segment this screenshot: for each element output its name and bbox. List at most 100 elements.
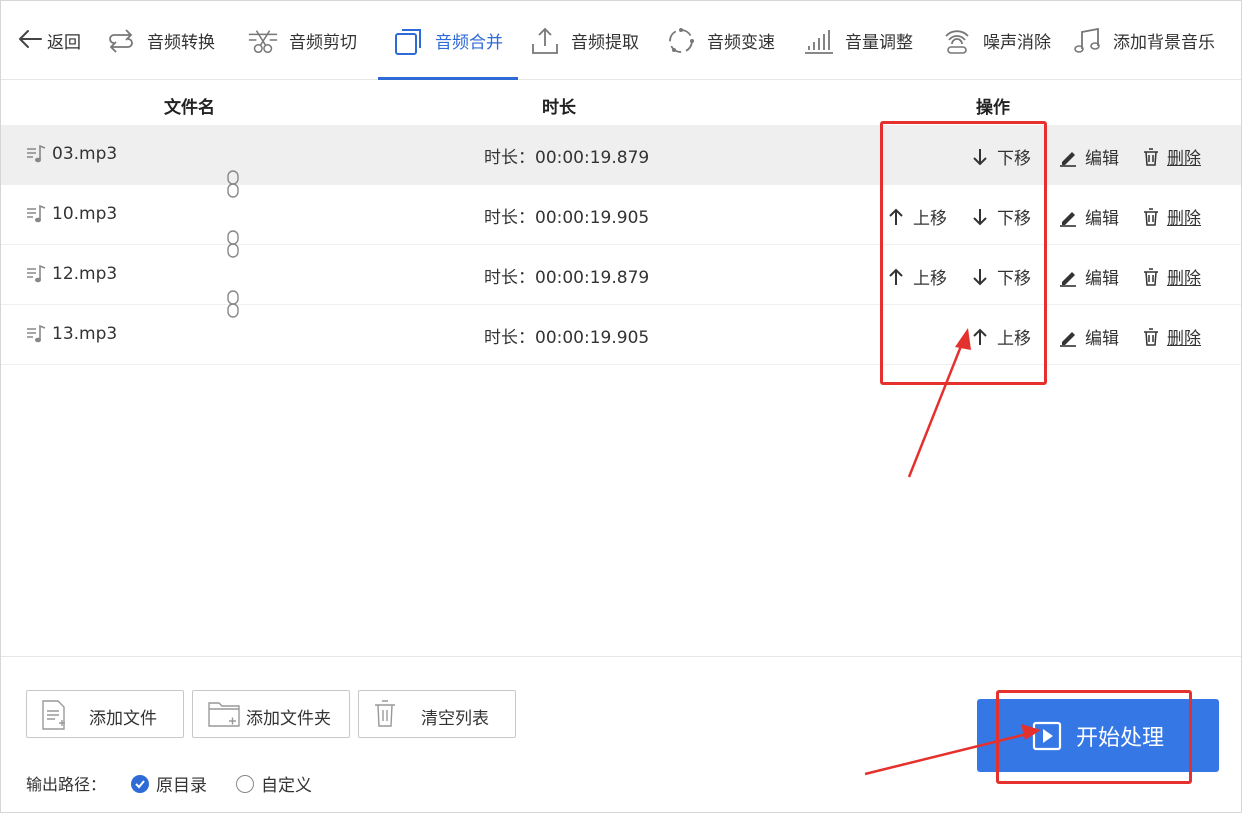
file-name: 12.mp3 xyxy=(52,264,118,284)
tab-label: 添加背景音乐 xyxy=(1113,33,1215,53)
file-duration: 时长：00:00:19.879 xyxy=(484,148,650,168)
radio-checked-icon xyxy=(131,774,149,793)
table-row[interactable]: 13.mp3 时长：00:00:19.905 上移 编辑 删除 xyxy=(1,305,1241,365)
delete-button[interactable]: 删除 xyxy=(1143,204,1201,229)
delete-button[interactable]: 删除 xyxy=(1143,324,1201,349)
add-folder-button[interactable]: 添加文件夹 xyxy=(192,690,350,738)
radio-custom-dir[interactable]: 自定义 xyxy=(236,771,312,796)
chain-link-icon xyxy=(227,290,239,318)
merge-squares-icon xyxy=(393,25,425,57)
pencil-icon xyxy=(1060,331,1076,347)
edit-label: 编辑 xyxy=(1085,329,1119,349)
header-duration: 时长 xyxy=(542,98,576,118)
table-header: 文件名 时长 操作 xyxy=(1,81,1241,125)
add-folder-label: 添加文件夹 xyxy=(246,709,331,729)
tab-add-bgm[interactable]: 添加背景音乐 xyxy=(1071,1,1215,80)
upload-tray-icon xyxy=(529,25,561,57)
chain-link-icon xyxy=(227,170,239,198)
tab-audio-merge[interactable]: 音频合并 xyxy=(393,1,503,80)
annotation-highlight-box xyxy=(996,690,1192,784)
tab-label: 音量调整 xyxy=(845,33,913,53)
table-row[interactable]: 03.mp3 时长：00:00:19.879 下移 编辑 删除 xyxy=(1,125,1241,185)
speed-circle-icon xyxy=(665,25,697,57)
file-duration: 时长：00:00:19.879 xyxy=(484,268,650,288)
add-file-icon xyxy=(42,700,65,730)
tab-label: 音频转换 xyxy=(147,33,215,53)
audio-file-icon xyxy=(27,204,46,223)
music-note-icon xyxy=(1071,25,1103,57)
trash-icon xyxy=(375,700,395,727)
tab-audio-speed[interactable]: 音频变速 xyxy=(665,1,775,80)
edit-label: 编辑 xyxy=(1085,149,1119,169)
arrow-left-icon xyxy=(17,28,43,54)
edit-label: 编辑 xyxy=(1085,209,1119,229)
delete-label: 删除 xyxy=(1167,149,1201,169)
swap-arrows-icon xyxy=(105,25,137,57)
pencil-icon xyxy=(1060,151,1076,167)
bottom-divider xyxy=(1,656,1241,657)
tab-label: 噪声消除 xyxy=(983,33,1051,53)
trash-icon xyxy=(1144,147,1158,166)
pencil-icon xyxy=(1060,211,1076,227)
delete-button[interactable]: 删除 xyxy=(1143,144,1201,169)
delete-button[interactable]: 删除 xyxy=(1143,264,1201,289)
edit-button[interactable]: 编辑 xyxy=(1059,324,1119,349)
volume-bars-icon xyxy=(803,25,835,57)
file-duration: 时长：00:00:19.905 xyxy=(484,208,650,228)
scissors-icon xyxy=(247,25,279,57)
trash-icon xyxy=(1144,327,1158,346)
tab-audio-convert[interactable]: 音频转换 xyxy=(105,1,215,80)
chain-link-icon xyxy=(227,230,239,258)
file-name: 10.mp3 xyxy=(52,204,118,224)
clear-list-label: 清空列表 xyxy=(421,709,489,729)
tab-label: 音频变速 xyxy=(707,33,775,53)
pencil-icon xyxy=(1060,271,1076,287)
audio-file-icon xyxy=(27,144,46,163)
delete-label: 删除 xyxy=(1167,269,1201,289)
radio-unchecked-icon xyxy=(236,774,254,793)
trash-icon xyxy=(1144,207,1158,226)
file-name-cell: 10.mp3 xyxy=(25,203,117,225)
add-file-button[interactable]: 添加文件 xyxy=(26,690,184,738)
add-folder-icon xyxy=(208,702,240,727)
header-filename: 文件名 xyxy=(164,98,215,118)
tab-audio-extract[interactable]: 音频提取 xyxy=(529,1,639,80)
edit-button[interactable]: 编辑 xyxy=(1059,204,1119,229)
radio-original-dir[interactable]: 原目录 xyxy=(131,771,207,796)
tab-volume-adjust[interactable]: 音量调整 xyxy=(803,1,913,80)
edit-button[interactable]: 编辑 xyxy=(1059,144,1119,169)
back-label: 返回 xyxy=(47,33,81,53)
header-actions: 操作 xyxy=(976,98,1010,118)
tab-audio-cut[interactable]: 音频剪切 xyxy=(247,1,357,80)
file-duration: 时长：00:00:19.905 xyxy=(484,328,650,348)
tab-label: 音频剪切 xyxy=(289,33,357,53)
edit-label: 编辑 xyxy=(1085,269,1119,289)
edit-button[interactable]: 编辑 xyxy=(1059,264,1119,289)
trash-icon xyxy=(1144,267,1158,286)
table-row[interactable]: 10.mp3 时长：00:00:19.905 上移 下移 编辑 删除 xyxy=(1,185,1241,245)
table-row[interactable]: 12.mp3 时长：00:00:19.879 上移 下移 编辑 删除 xyxy=(1,245,1241,305)
top-nav: 返回 音频转换 音频剪切 音频合并 音频提取 音频变速 音量调整 噪声消除 添加… xyxy=(1,1,1241,80)
tab-noise-removal[interactable]: 噪声消除 xyxy=(941,1,1051,80)
delete-label: 删除 xyxy=(1167,329,1201,349)
back-button[interactable]: 返回 xyxy=(17,1,81,80)
app-window: 返回 音频转换 音频剪切 音频合并 音频提取 音频变速 音量调整 噪声消除 添加… xyxy=(0,0,1242,813)
file-name-cell: 12.mp3 xyxy=(25,263,117,285)
audio-file-icon xyxy=(27,324,46,343)
output-path-label: 输出路径： xyxy=(26,775,107,794)
tab-label: 音频合并 xyxy=(435,33,503,53)
annotation-highlight-box xyxy=(880,121,1047,385)
audio-file-icon xyxy=(27,264,46,283)
radio-label: 原目录 xyxy=(156,776,207,796)
delete-label: 删除 xyxy=(1167,209,1201,229)
file-name-cell: 03.mp3 xyxy=(25,143,117,165)
noise-wave-icon xyxy=(941,25,973,57)
file-name-cell: 13.mp3 xyxy=(25,323,117,345)
radio-label: 自定义 xyxy=(261,776,312,796)
tab-label: 音频提取 xyxy=(571,33,639,53)
clear-list-button[interactable]: 清空列表 xyxy=(358,690,516,738)
file-name: 03.mp3 xyxy=(52,144,118,164)
active-tab-indicator xyxy=(378,77,518,80)
file-name: 13.mp3 xyxy=(52,324,118,344)
add-file-label: 添加文件 xyxy=(89,709,157,729)
